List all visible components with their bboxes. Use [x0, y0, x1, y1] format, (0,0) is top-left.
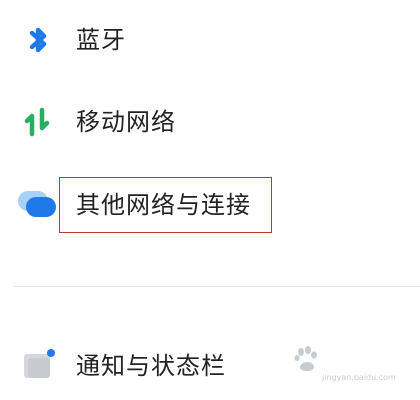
bluetooth-icon	[29, 27, 47, 53]
settings-item-bluetooth[interactable]: 蓝牙	[0, 10, 420, 70]
settings-item-other-networks[interactable]: 其他网络与连接	[0, 175, 420, 235]
settings-item-label: 蓝牙	[76, 26, 126, 54]
settings-item-label: 其他网络与连接	[76, 191, 251, 219]
settings-item-mobile-network[interactable]: 移动网络	[0, 92, 420, 152]
settings-item-notifications[interactable]: 通知与状态栏	[0, 336, 420, 396]
notification-icon	[24, 349, 55, 378]
connections-bubble-icon	[18, 191, 56, 217]
settings-item-label: 通知与状态栏	[76, 352, 226, 380]
mobile-data-arrows-icon	[24, 107, 50, 137]
settings-item-label: 移动网络	[76, 108, 176, 136]
section-divider	[14, 286, 420, 287]
